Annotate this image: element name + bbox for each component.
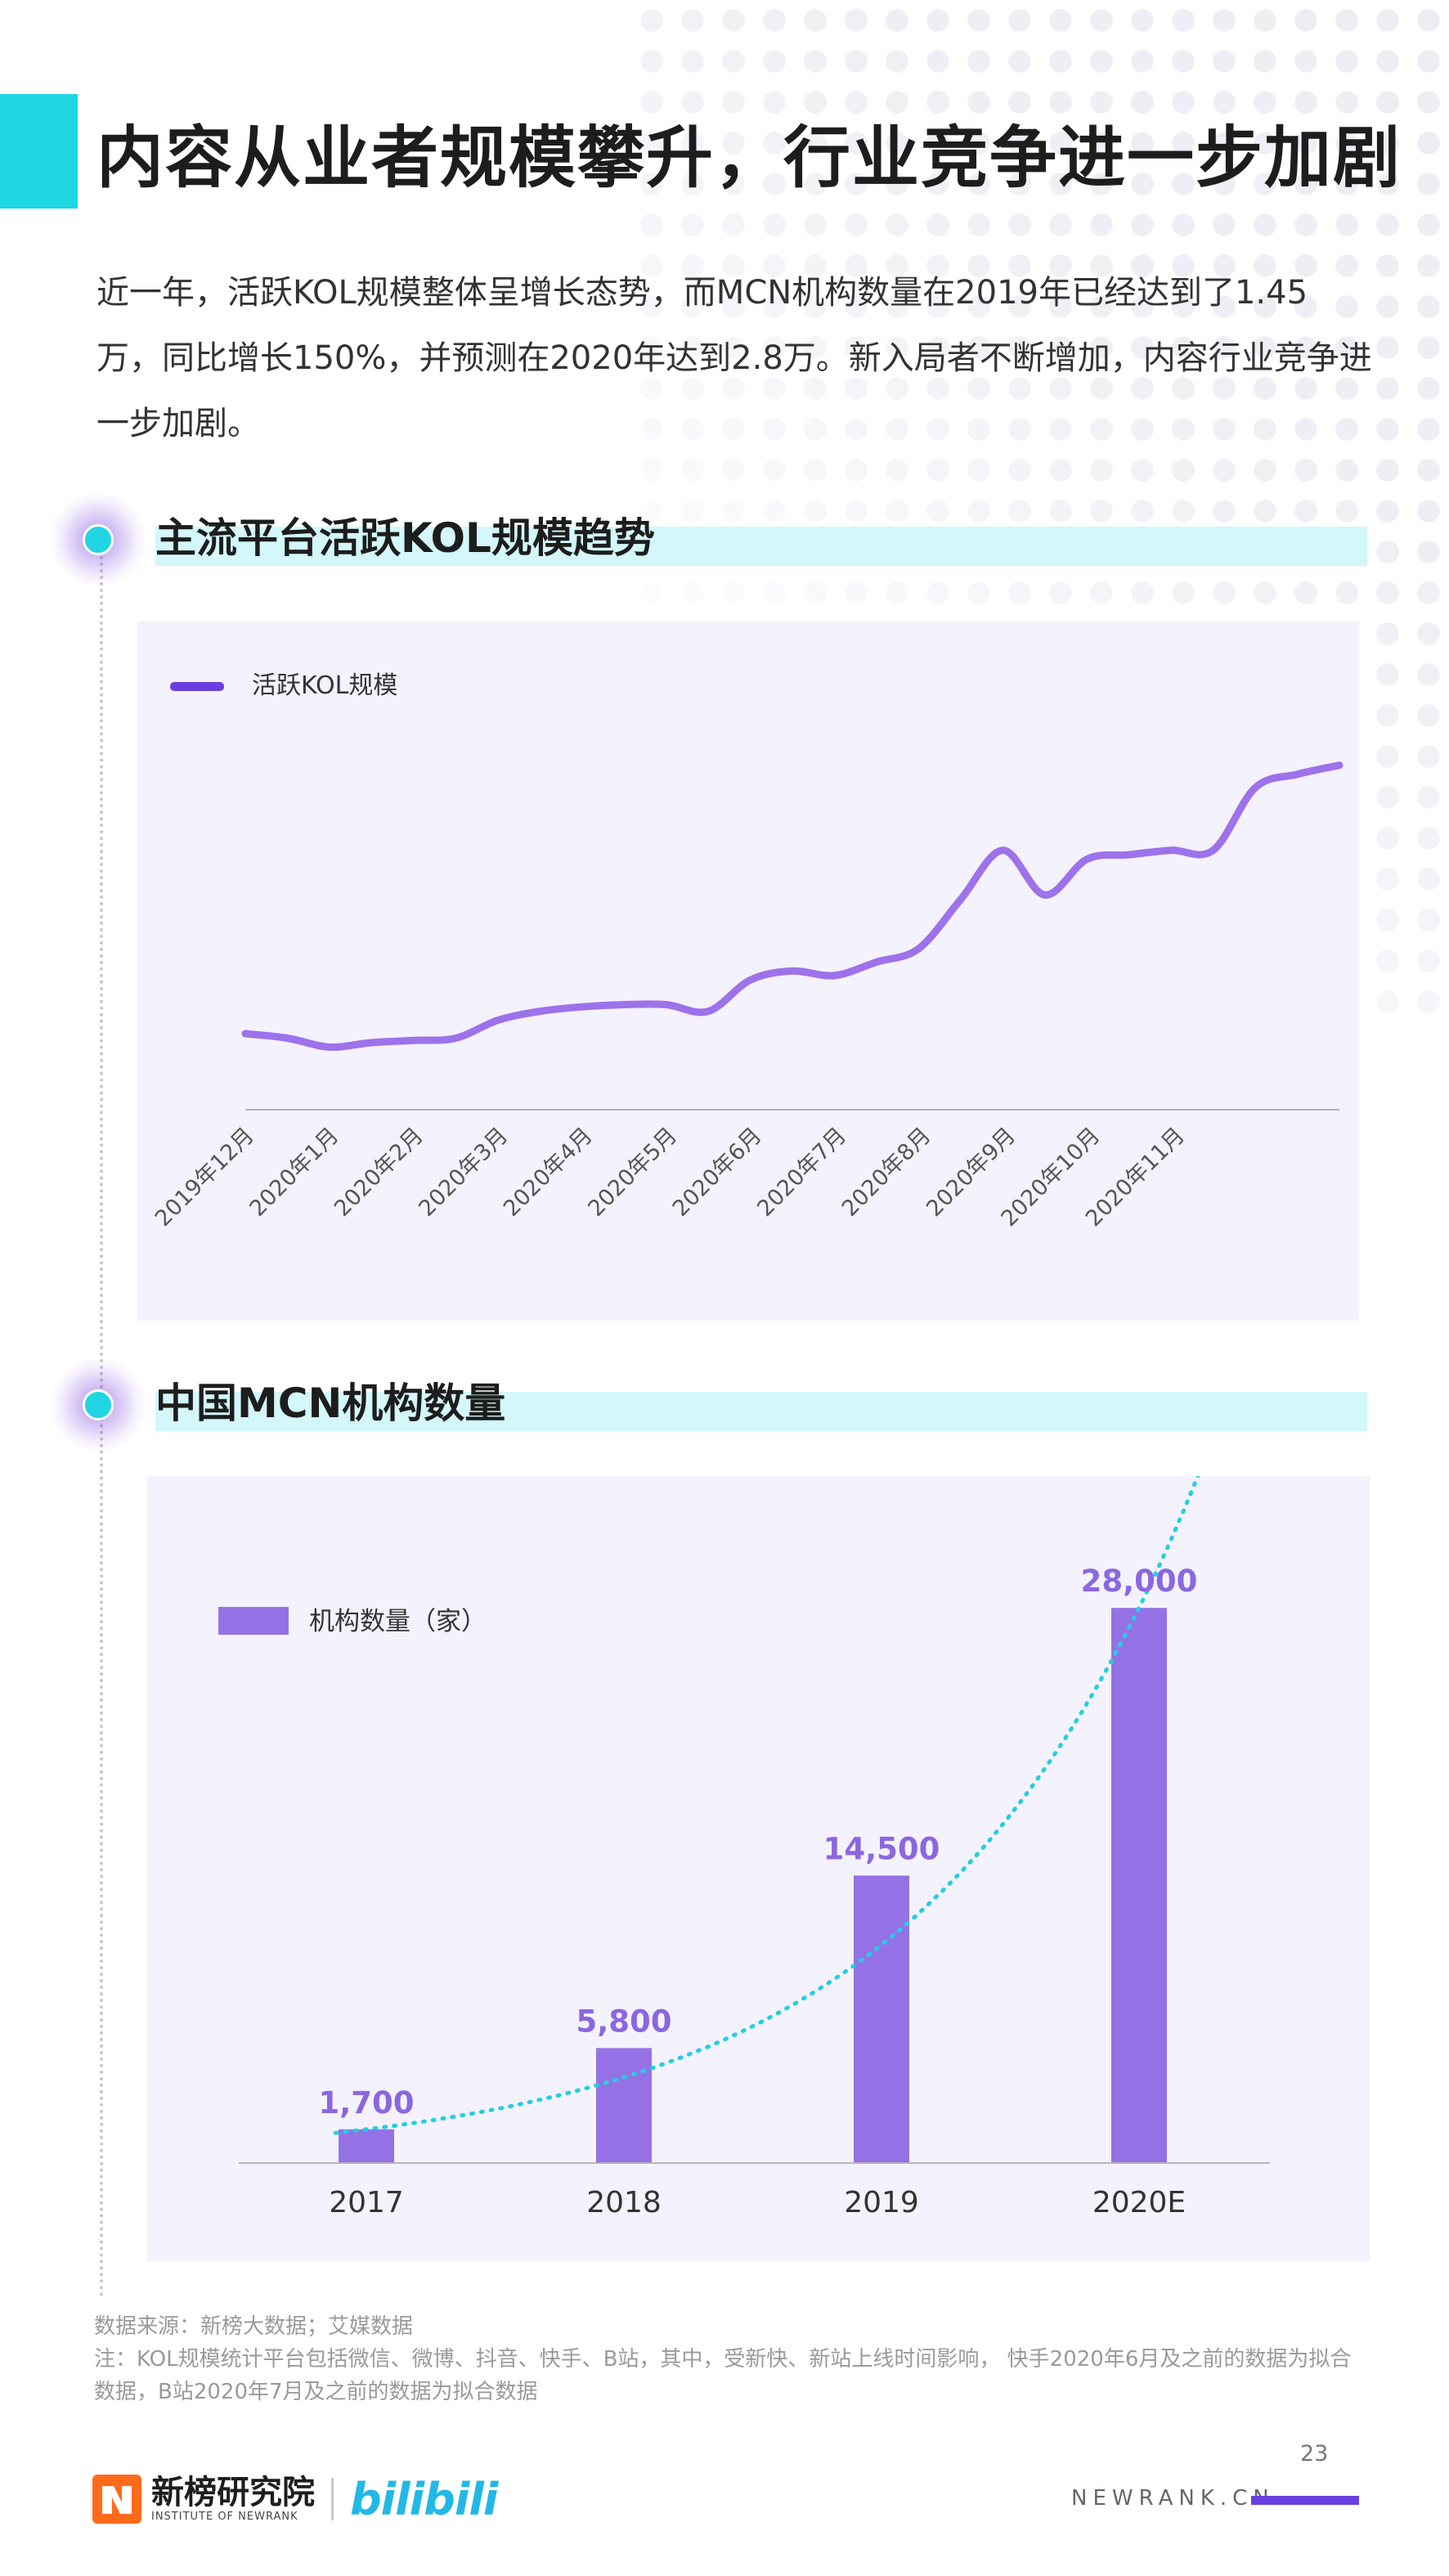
mcn-data-labels: 1,700 5,800 14,500 28,000 — [318, 1564, 1197, 2120]
mcn-bar-chart: 机构数量（家） 1,7005,80014,50028,000 2017 2018 2… — [218, 1476, 1270, 2219]
bilibili-logo: bilibili — [350, 2473, 498, 2525]
newrank-logo-icon — [92, 2475, 141, 2524]
site-accent-bar — [1251, 2496, 1359, 2505]
kol-x-tick-label: 2020年7月 — [752, 1123, 851, 1222]
kol-x-tick-label: 2020年5月 — [583, 1123, 682, 1222]
section-title-mcn: 中国MCN机构数量 — [155, 1380, 506, 1427]
mcn-category-label: 2020E — [1092, 2186, 1186, 2219]
kol-x-tick-label: 2020年6月 — [668, 1123, 767, 1222]
mcn-data-label: 1,700 — [318, 2085, 414, 2120]
mcn-bar — [1111, 1608, 1167, 2163]
mcn-data-label: 14,500 — [823, 1831, 940, 1866]
brand-name: 新榜研究院 — [151, 2474, 315, 2511]
brand-text: 新榜研究院 INSTITUTE OF NEWRANK — [151, 2475, 315, 2524]
mcn-category-label: 2017 — [329, 2186, 404, 2219]
kol-x-tick-label: 2020年8月 — [837, 1123, 936, 1222]
page-number: 23 — [1300, 2441, 1329, 2466]
site-url[interactable]: NEWRANK.CN — [1071, 2486, 1275, 2511]
brand-subtitle: INSTITUTE OF NEWRANK — [151, 2511, 298, 2523]
section-header-kol: 主流平台活跃KOL规模趋势 — [0, 491, 1449, 589]
intro-paragraph: 近一年，活跃KOL规模整体呈增长态势，而MCN机构数量在2019年已经达到了1.… — [96, 274, 1372, 442]
kol-line-chart: 活跃KOL规模 2019年12月2020年1月2020年2月2020年3月202… — [150, 671, 1344, 1232]
kol-x-tick-label: 2020年2月 — [330, 1123, 428, 1222]
mcn-data-label: 28,000 — [1081, 1564, 1198, 1599]
kol-legend-label: 活跃KOL规模 — [252, 671, 397, 700]
section-marker-dot — [83, 1389, 114, 1420]
kol-x-tick-labels: 2019年12月2020年1月2020年2月2020年3月2020年4月2020… — [150, 1123, 1190, 1232]
mcn-data-label: 5,800 — [576, 2004, 671, 2039]
section-header-mcn: 中国MCN机构数量 — [0, 1356, 1449, 1454]
brand-separator — [331, 2478, 334, 2520]
mcn-legend-label: 机构数量（家） — [309, 1607, 487, 1636]
mcn-legend: 机构数量（家） — [218, 1607, 487, 1636]
kol-x-tick-label: 2020年3月 — [414, 1123, 513, 1222]
title-accent-bar — [0, 94, 78, 209]
mcn-bar — [339, 2129, 394, 2163]
footer-brand: 新榜研究院 INSTITUTE OF NEWRANK bilibili — [92, 2470, 498, 2529]
mcn-bar — [854, 1875, 909, 2163]
kol-chart-panel: 活跃KOL规模 2019年12月 2020年1月 2020年2月 2020年3月 202… — [137, 622, 1359, 1321]
kol-x-tick-label: 2020年4月 — [499, 1123, 598, 1222]
mcn-category-labels: 2017 2018 2019 2020E — [329, 2186, 1186, 2219]
kol-x-tick-label: 2020年1月 — [245, 1123, 344, 1222]
mcn-legend-swatch — [218, 1607, 289, 1635]
kol-x-tick-label: 2019年12月 — [150, 1123, 259, 1232]
mcn-bars — [339, 1608, 1167, 2163]
mcn-bar — [596, 2048, 652, 2163]
mcn-category-label: 2018 — [586, 2186, 662, 2219]
kol-legend: 活跃KOL规模 — [170, 671, 397, 700]
chart-note: 注：KOL规模统计平台包括微信、微博、抖音、快手、B站，其中，受新快、新站上线时… — [94, 2347, 1352, 2404]
section-marker-dot — [83, 524, 114, 555]
kol-legend-swatch — [170, 682, 224, 691]
footnotes: 数据来源：新榜大数据；艾媒数据 注：KOL规模统计平台包括微信、微博、抖音、快手… — [94, 2310, 1370, 2408]
kol-series-line — [241, 761, 1344, 1051]
mcn-chart-panel: 机构数量（家） 1,700 5,800 14,500 28,000 2017 2018 2… — [147, 1476, 1370, 2261]
mcn-category-label: 2019 — [844, 2186, 919, 2219]
data-source: 数据来源：新榜大数据；艾媒数据 — [94, 2314, 414, 2339]
section-title-kol: 主流平台活跃KOL规模趋势 — [155, 514, 655, 562]
page-title: 内容从业者规模攀升，行业竞争进一步加剧 — [96, 119, 1402, 197]
